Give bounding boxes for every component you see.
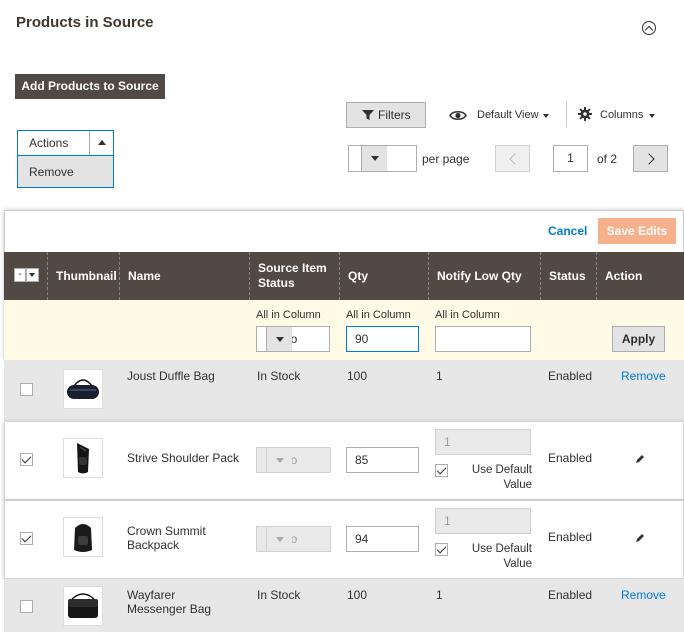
column-status[interactable]: Status bbox=[540, 252, 596, 300]
chevron-down-icon bbox=[266, 448, 292, 472]
all-in-column-label: All in Column bbox=[346, 309, 411, 321]
filter-icon bbox=[362, 110, 374, 120]
page-total: of 2 bbox=[597, 152, 618, 166]
table-row: Wayfarer Messenger Bag In Stock 100 1 En… bbox=[4, 579, 684, 632]
qty-value: 100 bbox=[347, 369, 368, 383]
product-thumbnail bbox=[63, 438, 103, 478]
page-number-input[interactable]: 1 bbox=[553, 145, 588, 172]
pencil-icon[interactable] bbox=[635, 533, 645, 543]
actions-label: Actions bbox=[29, 136, 69, 150]
chevron-right-icon bbox=[643, 153, 655, 165]
previous-page-button[interactable] bbox=[495, 145, 530, 172]
mass-select-checkbox[interactable]: - bbox=[14, 268, 39, 282]
status-value: Enabled bbox=[548, 369, 593, 383]
table-row-editing: Crown Summit Backpack In Sto 94 1 Use De… bbox=[4, 500, 684, 579]
column-name[interactable]: Name bbox=[119, 252, 249, 300]
chevron-down-icon[interactable] bbox=[543, 114, 549, 118]
notify-input: 1 bbox=[435, 508, 531, 534]
source-item-status: In Stock bbox=[257, 369, 301, 383]
remove-link[interactable]: Remove bbox=[621, 588, 666, 602]
column-action: Action bbox=[596, 252, 684, 300]
apply-button[interactable]: Apply bbox=[612, 326, 665, 352]
chevron-down-icon[interactable] bbox=[26, 268, 39, 282]
use-default-label: Use Default Value bbox=[471, 464, 532, 491]
next-page-button[interactable] bbox=[633, 145, 668, 172]
product-thumbnail bbox=[63, 517, 103, 557]
row-checkbox[interactable] bbox=[20, 383, 33, 396]
column-qty[interactable]: Qty bbox=[339, 252, 428, 300]
chevron-down-icon[interactable] bbox=[361, 146, 387, 171]
backpack-image bbox=[74, 524, 92, 552]
qty-value: 100 bbox=[347, 588, 368, 602]
actions-dropdown[interactable]: Actions bbox=[17, 130, 114, 156]
eye-icon bbox=[449, 110, 467, 121]
per-page-select[interactable]: 20 bbox=[348, 145, 417, 172]
product-name: Joust Duffle Bag bbox=[127, 369, 215, 383]
mass-status-select[interactable]: In Sto bbox=[256, 326, 330, 352]
actions-menu: Remove bbox=[17, 155, 114, 188]
columns-selector[interactable]: Columns bbox=[600, 109, 643, 121]
row-checkbox[interactable] bbox=[20, 532, 33, 545]
product-name: Crown Summit Backpack bbox=[127, 524, 206, 552]
column-thumbnail[interactable]: Thumbnail bbox=[47, 252, 119, 300]
column-notify-low-qty[interactable]: Notify Low Qty bbox=[428, 252, 540, 300]
product-thumbnail bbox=[63, 586, 103, 626]
notify-value: 1 bbox=[436, 588, 443, 602]
collapse-section-icon[interactable] bbox=[642, 21, 656, 35]
cancel-link[interactable]: Cancel bbox=[548, 224, 587, 238]
remove-link[interactable]: Remove bbox=[621, 369, 666, 383]
chevron-down-icon[interactable] bbox=[649, 114, 655, 118]
mass-select-box[interactable]: - bbox=[14, 268, 26, 282]
chevron-down-icon[interactable] bbox=[266, 327, 292, 351]
column-source-status[interactable]: Source Item Status bbox=[249, 252, 339, 300]
mass-notify-input[interactable] bbox=[435, 326, 531, 352]
chevron-left-icon bbox=[509, 153, 521, 165]
all-in-column-label: All in Column bbox=[256, 309, 321, 321]
use-default-checkbox[interactable] bbox=[435, 464, 448, 477]
row-checkbox[interactable] bbox=[20, 453, 33, 466]
toolbar-divider bbox=[566, 101, 567, 127]
table-row-editing: Strive Shoulder Pack In Sto 85 1 Use Def… bbox=[4, 421, 684, 500]
per-page-label: per page bbox=[422, 152, 470, 166]
chevron-down-icon bbox=[266, 527, 292, 551]
pencil-icon[interactable] bbox=[635, 454, 645, 464]
mass-qty-input[interactable]: 90 bbox=[346, 326, 419, 352]
row-checkbox[interactable] bbox=[20, 600, 33, 613]
filters-button[interactable]: Filters bbox=[346, 102, 426, 128]
messenger-bag-image bbox=[68, 593, 98, 618]
source-status-select: In Sto bbox=[256, 447, 331, 473]
filters-label: Filters bbox=[378, 108, 411, 122]
view-selector[interactable]: Default View bbox=[477, 109, 539, 121]
notify-value: 1 bbox=[436, 369, 443, 383]
page-title: Products in Source bbox=[16, 14, 154, 31]
table-row: Joust Duffle Bag In Stock 100 1 Enabled … bbox=[4, 360, 684, 421]
product-name: Strive Shoulder Pack bbox=[127, 451, 240, 465]
product-name: Wayfarer Messenger Bag bbox=[127, 588, 212, 616]
status-value: Enabled bbox=[548, 588, 593, 602]
status-value: Enabled bbox=[548, 451, 593, 465]
use-default-label: Use Default Value bbox=[471, 543, 532, 570]
menu-item-remove[interactable]: Remove bbox=[29, 165, 74, 179]
duffle-bag-image bbox=[67, 379, 99, 399]
qty-input[interactable]: 94 bbox=[346, 526, 419, 552]
source-item-status: In Stock bbox=[257, 588, 301, 602]
table-header: - Thumbnail Name Source Item Status Qty … bbox=[4, 252, 684, 300]
product-thumbnail bbox=[63, 369, 103, 409]
notify-input: 1 bbox=[435, 429, 531, 455]
shoulder-pack-image bbox=[77, 443, 89, 474]
use-default-checkbox[interactable] bbox=[435, 543, 448, 556]
mass-edit-row: All in Column In Sto All in Column 90 Al… bbox=[4, 300, 684, 360]
chevron-up-icon[interactable] bbox=[89, 131, 113, 155]
save-edits-button[interactable]: Save Edits bbox=[598, 218, 676, 244]
source-status-select: In Sto bbox=[256, 526, 331, 552]
add-products-button[interactable]: Add Products to Source bbox=[15, 74, 165, 99]
status-value: Enabled bbox=[548, 530, 593, 544]
all-in-column-label: All in Column bbox=[435, 309, 500, 321]
qty-input[interactable]: 85 bbox=[346, 447, 419, 473]
gear-icon bbox=[578, 107, 592, 121]
